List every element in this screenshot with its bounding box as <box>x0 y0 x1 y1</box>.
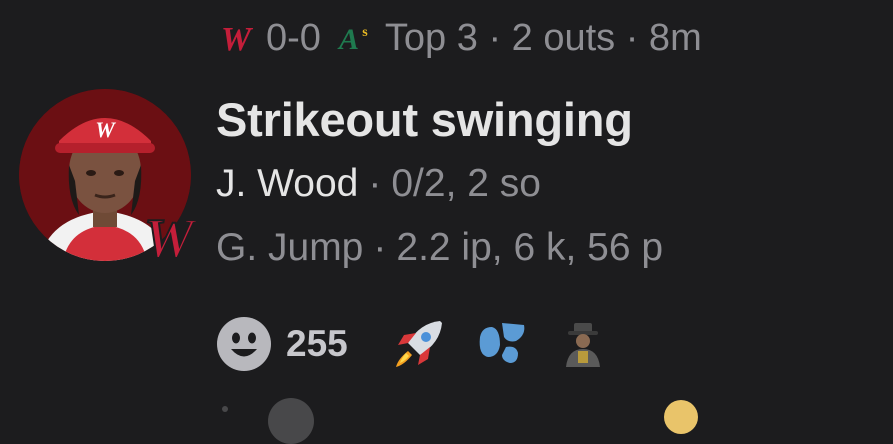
score: 0-0 <box>266 17 321 59</box>
bottom-divider-icon <box>222 406 228 412</box>
batter-stats: 0/2, 2 so <box>391 162 541 205</box>
add-reaction-smile-icon[interactable] <box>216 316 272 372</box>
droplets-icon[interactable] <box>470 313 532 375</box>
svg-text:W: W <box>95 117 116 142</box>
batter-line: J. Wood · 0/2, 2 so <box>216 160 541 208</box>
nationals-badge-icon: W <box>137 205 201 271</box>
pitcher-name[interactable]: G. Jump <box>216 224 363 272</box>
reaction-count: 255 <box>286 323 348 364</box>
svg-text:W: W <box>221 21 254 56</box>
next-avatar-icon[interactable] <box>268 398 314 444</box>
reactions-bar: 255 <box>216 313 634 375</box>
person-hat-icon[interactable] <box>552 313 614 375</box>
batter-name[interactable]: J. Wood <box>216 160 358 208</box>
separator: · <box>373 226 387 269</box>
game-header: W 0-0 A s Top 3 · 2 outs · 8m <box>216 14 702 62</box>
svg-text:s: s <box>362 25 368 40</box>
athletics-logo-icon: A s <box>331 20 375 56</box>
pitcher-stats: 2.2 ip, 6 k, 56 p <box>396 226 664 269</box>
play-title: Strikeout swinging <box>216 93 633 146</box>
rocket-icon[interactable] <box>388 313 450 375</box>
nationals-logo-icon: W <box>216 20 256 56</box>
next-emoji-icon <box>664 400 698 434</box>
separator: · <box>368 162 382 205</box>
svg-text:A: A <box>337 23 359 56</box>
game-status: Top 3 · 2 outs · 8m <box>384 17 702 59</box>
pitcher-line: G. Jump · 2.2 ip, 6 k, 56 p <box>216 224 663 272</box>
svg-text:W: W <box>144 208 198 269</box>
